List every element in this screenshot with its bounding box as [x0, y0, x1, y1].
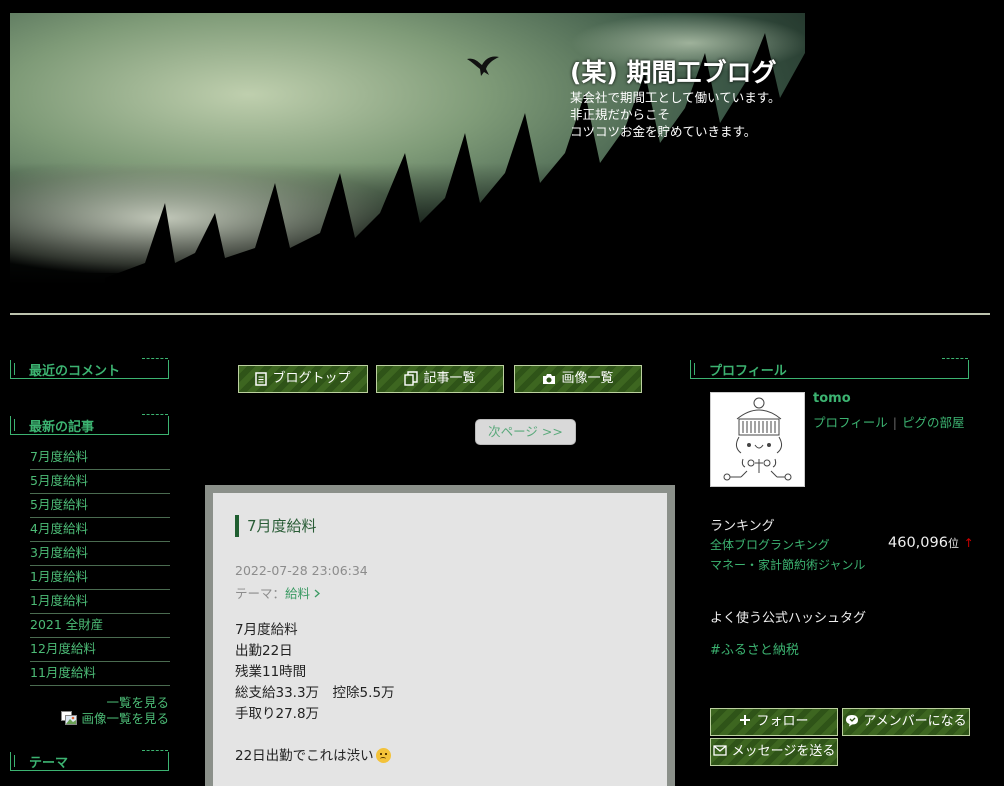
- article-theme: テーマ：給料: [235, 583, 321, 602]
- ranking-genre-link[interactable]: マネー・家計節約術ジャンル: [710, 556, 865, 573]
- profile-heading: プロフィール: [690, 358, 969, 379]
- theme-link[interactable]: 給料: [285, 586, 321, 601]
- list-item[interactable]: 1月度給料: [30, 590, 170, 614]
- plus-icon: [740, 715, 751, 725]
- become-member-button[interactable]: アメンバーになる: [842, 708, 970, 736]
- article: 7月度給料 2022-07-28 23:06:34 テーマ：給料 7月度給料 出…: [213, 493, 667, 786]
- recent-articles-list: 7月度給料 5月度給料 5月度給料 4月度給料 3月度給料 1月度給料 1月度給…: [30, 446, 170, 686]
- see-images-link[interactable]: 画像一覧を見る: [61, 708, 169, 727]
- sad-face-icon: [375, 748, 391, 763]
- chat-icon: [846, 715, 859, 727]
- article-list-button[interactable]: 記事一覧: [376, 365, 504, 393]
- list-item[interactable]: 7月度給料: [30, 446, 170, 470]
- profile-link[interactable]: プロフィール: [813, 415, 888, 430]
- next-page-button[interactable]: 次ページ >>: [475, 419, 576, 445]
- ranking-overall-link[interactable]: 全体ブログランキング: [710, 536, 830, 553]
- article-date: 2022-07-28 23:06:34: [235, 563, 368, 578]
- camera-icon: [543, 373, 556, 384]
- article-title[interactable]: 7月度給料: [235, 515, 317, 537]
- send-message-button[interactable]: メッセージを送る: [710, 738, 838, 766]
- header-divider: [10, 313, 990, 315]
- list-item[interactable]: 5月度給料: [30, 470, 170, 494]
- blog-title[interactable]: (某) 期間工ブログ: [570, 53, 777, 89]
- article-body: 7月度給料 出勤22日 残業11時間 総支給33.3万 控除5.5万 手取り27…: [235, 622, 395, 764]
- list-item[interactable]: 11月度給料: [30, 662, 170, 686]
- blog-top-button[interactable]: ブログトップ: [238, 365, 368, 393]
- list-item[interactable]: 2021 全財産: [30, 614, 170, 638]
- image-list-button[interactable]: 画像一覧: [514, 365, 642, 393]
- ranking-value: 460,096位 ↑: [888, 535, 974, 551]
- avatar-drawing: [723, 397, 792, 481]
- hashtag-heading: よく使う公式ハッシュタグ: [710, 611, 867, 626]
- user-name[interactable]: tomo: [813, 391, 851, 406]
- document-icon: [255, 371, 268, 386]
- list-item[interactable]: 3月度給料: [30, 542, 170, 566]
- chevron-right-icon: [314, 589, 321, 598]
- header-banner: (某) 期間工ブログ 某会社で期間工として働いています。 非正規だからこそ コツ…: [10, 13, 805, 285]
- list-item[interactable]: 5月度給料: [30, 494, 170, 518]
- avatar[interactable]: [710, 392, 805, 487]
- follow-button[interactable]: フォロー: [710, 708, 838, 736]
- image-icon: [61, 711, 78, 725]
- hashtag-link[interactable]: #ふるさと納税: [710, 639, 799, 658]
- arrow-up-icon: ↑: [963, 536, 974, 550]
- mail-icon: [712, 745, 727, 756]
- recent-articles-heading: 最新の記事: [10, 414, 169, 435]
- ranking-heading: ランキング: [710, 519, 775, 534]
- bird-icon: [467, 56, 499, 76]
- list-item[interactable]: 4月度給料: [30, 518, 170, 542]
- pig-room-link[interactable]: ピグの部屋: [902, 415, 965, 430]
- list-item[interactable]: 1月度給料: [30, 566, 170, 590]
- copy-icon: [404, 371, 419, 386]
- recent-comments-heading: 最近のコメント: [10, 358, 169, 379]
- profile-links: プロフィール | ピグの部屋: [813, 415, 965, 430]
- list-item[interactable]: 12月度給料: [30, 638, 170, 662]
- theme-heading: テーマ: [10, 750, 169, 771]
- blog-description: 某会社で期間工として働いています。 非正規だからこそ コツコツお金を貯めていきま…: [570, 90, 781, 139]
